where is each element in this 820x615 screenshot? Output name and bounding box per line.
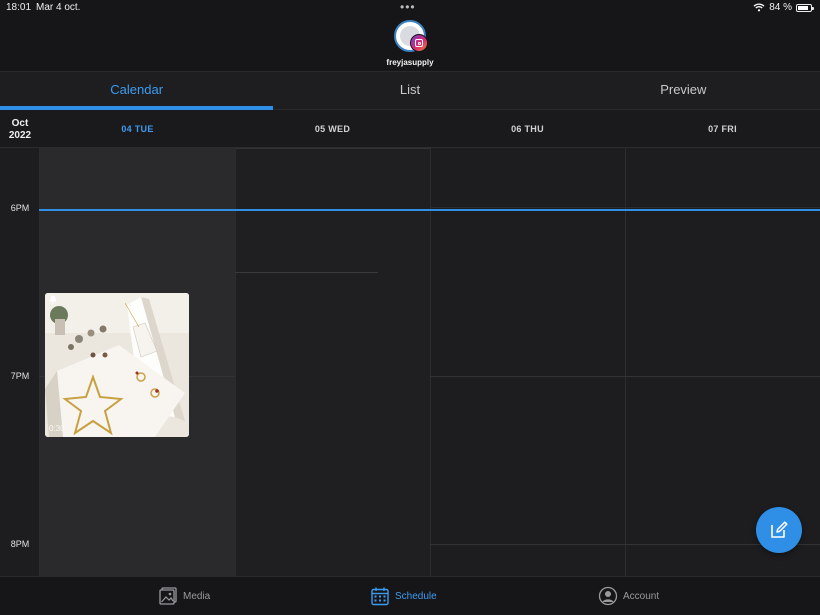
hour-line-7pm (430, 376, 820, 377)
profile-handle: freyjasupply (386, 58, 434, 67)
profile-header: freyjasupply (0, 16, 820, 70)
status-bar: 18:01 Mar 4 oct. ••• 84 % (0, 0, 820, 16)
hour-line-6pm (430, 207, 820, 208)
day-header: Oct 2022 04 TUE 05 WED 06 THU 07 FRI (0, 110, 820, 148)
nav-schedule[interactable]: Schedule (370, 586, 437, 606)
multitask-dots-icon[interactable]: ••• (400, 0, 416, 14)
hour-label-8pm: 8PM (10, 539, 30, 549)
hour-label-6pm: 6PM (10, 203, 30, 213)
day-header-thu[interactable]: 06 THU (430, 124, 625, 134)
nav-schedule-label: Schedule (395, 590, 437, 602)
status-right: 84 % (753, 2, 814, 13)
slot-line (235, 272, 378, 273)
instagram-camera-glyph (415, 39, 423, 47)
notification-bell-icon (49, 295, 57, 304)
day-header-fri[interactable]: 07 FRI (625, 124, 820, 134)
day-header-wed[interactable]: 05 WED (235, 124, 430, 134)
wifi-icon (753, 3, 765, 12)
slot-line (235, 148, 430, 149)
battery-icon (796, 3, 814, 12)
battery-fill (798, 5, 809, 10)
status-time: 18:01 (6, 2, 32, 13)
post-image (45, 293, 189, 437)
nav-account-label: Account (623, 590, 660, 602)
nav-media[interactable]: Media (158, 586, 210, 606)
current-time-indicator (39, 209, 820, 211)
nav-media-label: Media (183, 590, 211, 602)
year-label: 2022 (8, 130, 32, 141)
tab-calendar[interactable]: Calendar (0, 72, 274, 110)
calendar-grid: 6PM 7PM 8PM 0:30 (0, 148, 820, 576)
battery-percent: 84 % (769, 2, 792, 13)
edit-icon (771, 521, 788, 538)
view-tabs: Calendar List Preview (0, 71, 820, 110)
video-duration-label: 0:30 (49, 424, 65, 433)
instagram-icon (410, 34, 428, 52)
app-window: 18:01 Mar 4 oct. ••• 84 % freyjasupply C… (0, 0, 820, 615)
scheduled-post-thumbnail[interactable]: 0:30 (45, 293, 189, 437)
calendar-icon (371, 587, 389, 606)
day-column-wed[interactable] (235, 148, 430, 576)
day-header-tue[interactable]: 04 TUE (40, 124, 235, 134)
nav-account[interactable]: Account (598, 586, 659, 606)
bottom-navigation: Media Schedule Account (0, 576, 820, 615)
day-column-thu[interactable] (430, 148, 625, 576)
status-date: Mar 4 oct. (36, 2, 81, 13)
user-circle-icon (598, 586, 618, 606)
hour-label-7pm: 7PM (10, 371, 30, 381)
tab-preview[interactable]: Preview (547, 72, 820, 109)
image-icon (159, 587, 177, 605)
tab-list[interactable]: List (273, 72, 546, 109)
month-label: Oct (11, 118, 29, 129)
compose-post-button[interactable] (756, 507, 802, 553)
month-year-label: Oct 2022 (0, 118, 40, 142)
